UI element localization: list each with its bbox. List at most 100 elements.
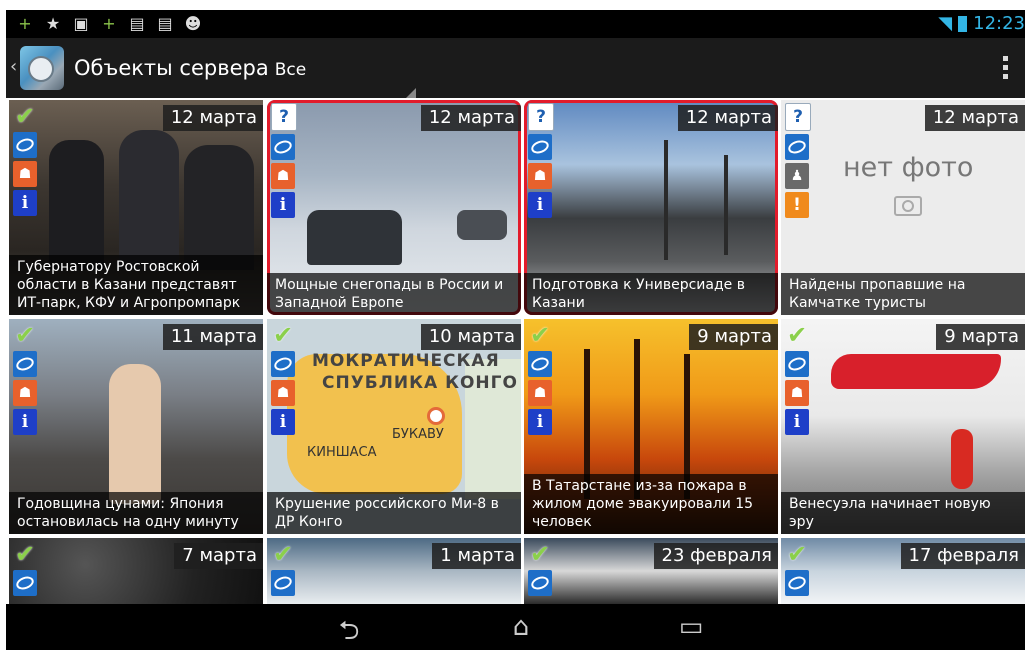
check-icon: ✔	[272, 321, 294, 349]
up-caret-icon[interactable]: ‹	[10, 56, 17, 77]
status-bar: + ★ ▣ + ▤ ▤ ☻ ◥ 12:23	[6, 10, 1025, 38]
grid-tile[interactable]: ✔ 23 февраля	[524, 538, 778, 604]
check-icon: ✔	[14, 102, 36, 130]
org-logo-icon	[271, 570, 295, 596]
tile-date: 12 марта	[677, 105, 778, 131]
org-logo-icon	[13, 570, 37, 596]
briefcase-icon: ▤	[157, 14, 173, 33]
grid-tile[interactable]: ✔ 7 марта	[9, 538, 263, 604]
map-label: МОКРАТИЧЕСКАЯ	[312, 351, 500, 371]
recent-apps-icon[interactable]: ▭	[666, 612, 716, 642]
plus-icon: +	[102, 14, 116, 33]
org-logo-icon	[13, 132, 37, 158]
org-logo-icon	[785, 134, 809, 160]
people-icon: ☗	[785, 380, 809, 406]
info-icon[interactable]: i	[528, 409, 552, 435]
tile-caption: Годовщина цунами: Япония остановилась на…	[9, 492, 263, 534]
grid-tile[interactable]: МОКРАТИЧЕСКАЯ СПУБЛИКА КОНГО БУКАВУ КИНШ…	[267, 319, 521, 534]
grid-tile[interactable]: ✔ ☗ i 11 марта Годовщина цунами: Япония …	[9, 319, 263, 534]
dropdown-indicator-icon	[406, 88, 416, 98]
plus-icon: +	[18, 14, 32, 33]
check-icon: ✔	[529, 321, 551, 349]
info-icon[interactable]: i	[271, 409, 295, 435]
people-icon: ☗	[528, 380, 552, 406]
tile-caption: Мощные снегопады в России и Западной Евр…	[267, 273, 521, 315]
no-photo-text: нет фото	[843, 152, 974, 183]
info-icon[interactable]: i	[13, 190, 37, 216]
back-icon[interactable]: ⮌	[324, 612, 374, 650]
grid-tile[interactable]: ? ☗ i 12 марта Мощные снегопады в России…	[267, 100, 521, 315]
check-icon: ✔	[14, 540, 36, 568]
tile-caption: Губернатору Ростовской области в Казани …	[9, 255, 263, 315]
star-icon: ★	[45, 14, 61, 33]
briefcase-icon: ▤	[129, 14, 145, 33]
tile-date: 11 марта	[162, 324, 263, 350]
app-logo[interactable]	[20, 46, 64, 90]
grid-tile[interactable]: ? ☗ i 12 марта Подготовка к Универсиаде …	[524, 100, 778, 315]
home-icon[interactable]: ⌂	[496, 612, 546, 642]
overflow-menu-icon[interactable]	[1003, 56, 1009, 79]
org-logo-icon	[528, 570, 552, 596]
tile-caption: В Татарстане из-за пожара в жилом доме э…	[524, 474, 778, 534]
org-logo-icon	[528, 351, 552, 377]
tile-date: 23 февраля	[653, 543, 778, 569]
people-icon: ☗	[13, 380, 37, 406]
info-icon[interactable]: i	[785, 409, 809, 435]
camera-icon	[894, 196, 922, 216]
map-label: КИНШАСА	[307, 445, 377, 460]
cat-icon: ☻	[184, 14, 202, 33]
org-logo-icon	[13, 351, 37, 377]
tile-caption: Крушение российского Ми-8 в ДР Конго	[267, 492, 521, 534]
people-icon: ☗	[13, 161, 37, 187]
check-icon: ✔	[786, 321, 808, 349]
grid-tile[interactable]: ✔ 17 февраля	[781, 538, 1025, 604]
tile-caption: Найдены пропавшие на Камчатке туристы	[781, 273, 1025, 315]
image-icon: ▣	[73, 14, 89, 33]
tile-date: 1 марта	[432, 543, 521, 569]
tile-caption: Подготовка к Универсиаде в Казани	[524, 273, 778, 315]
people-icon: ☗	[271, 380, 295, 406]
grid-tile[interactable]: ✔ ☗ i 12 марта Губернатору Ростовской об…	[9, 100, 263, 315]
battery-icon	[958, 15, 968, 32]
question-icon: ?	[271, 103, 297, 131]
clock: 12:23	[973, 13, 1025, 34]
org-logo-icon	[785, 351, 809, 377]
tile-date: 9 марта	[936, 324, 1025, 350]
tile-date: 10 марта	[420, 324, 521, 350]
question-icon: ?	[528, 103, 554, 131]
check-icon: ✔	[529, 540, 551, 568]
worker-icon: ♟	[785, 163, 809, 189]
tile-date: 17 февраля	[900, 543, 1025, 569]
grid-tile[interactable]: ✔ ☗ i 9 марта Венесуэла начинает новую э…	[781, 319, 1025, 534]
warning-icon: !	[785, 192, 809, 218]
org-logo-icon	[528, 134, 552, 160]
wifi-icon: ◥	[938, 13, 953, 34]
people-icon: ☗	[271, 163, 295, 189]
tile-date: 9 марта	[689, 324, 778, 350]
map-label: СПУБЛИКА КОНГО	[322, 373, 518, 393]
org-logo-icon	[271, 351, 295, 377]
info-icon[interactable]: i	[13, 409, 37, 435]
tile-date: 12 марта	[162, 105, 263, 131]
grid-tile[interactable]: ✔ 1 марта	[267, 538, 521, 604]
check-icon: ✔	[786, 540, 808, 568]
grid-tile[interactable]: нет фото ? ♟ ! 12 марта Найдены пропавши…	[781, 100, 1025, 315]
org-logo-icon	[785, 570, 809, 596]
tile-date: 12 марта	[924, 105, 1025, 131]
info-icon[interactable]: i	[271, 192, 295, 218]
tile-caption: Венесуэла начинает новую эру	[781, 492, 1025, 534]
tile-date: 7 марта	[174, 543, 263, 569]
people-icon: ☗	[528, 163, 552, 189]
filter-dropdown[interactable]: Все	[275, 60, 306, 80]
device-screen: + ★ ▣ + ▤ ▤ ☻ ◥ 12:23 ‹ Объекты сервера В…	[6, 10, 1025, 650]
page-title[interactable]: Объекты сервера Все	[74, 56, 306, 80]
org-logo-icon	[271, 134, 295, 160]
check-icon: ✔	[272, 540, 294, 568]
question-icon: ?	[785, 103, 811, 131]
map-label: БУКАВУ	[392, 427, 444, 442]
action-bar: ‹ Объекты сервера Все	[6, 38, 1025, 98]
map-marker-icon	[427, 407, 445, 425]
grid-tile[interactable]: ✔ ☗ i 9 марта В Татарстане из-за пожара …	[524, 319, 778, 534]
check-icon: ✔	[14, 321, 36, 349]
info-icon[interactable]: i	[528, 192, 552, 218]
